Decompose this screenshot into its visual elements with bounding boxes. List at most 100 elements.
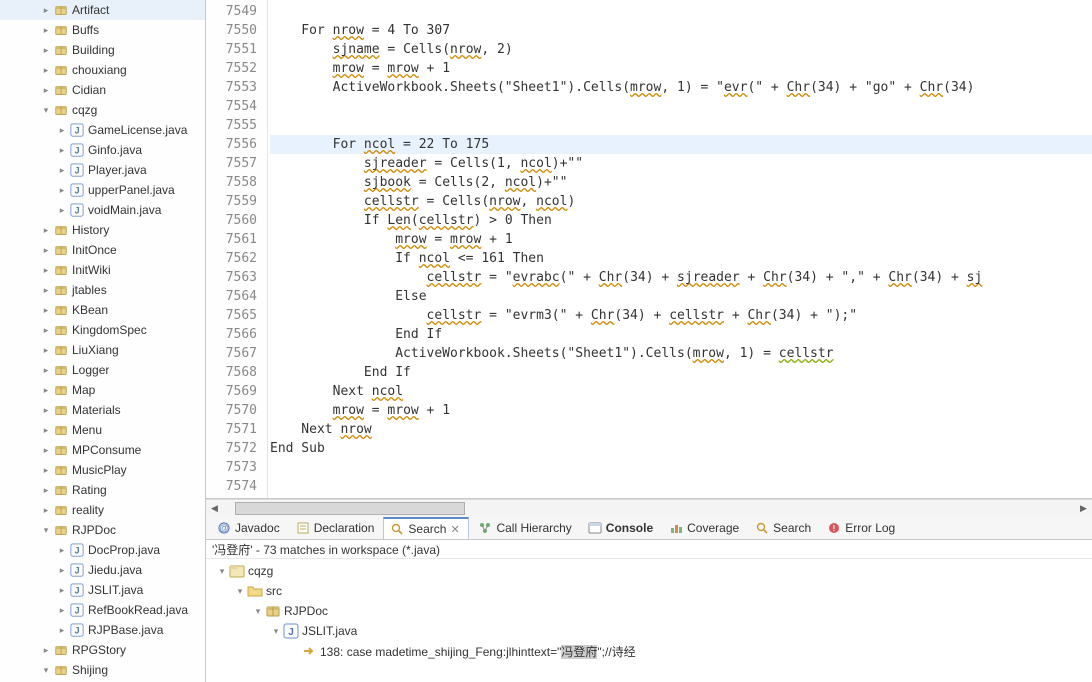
code-line[interactable]: mrow = mrow + 1 xyxy=(270,59,1092,78)
tree-item-gamelicense-java[interactable]: ▸JGameLicense.java xyxy=(0,120,205,140)
code-line[interactable]: mrow = mrow + 1 xyxy=(270,401,1092,420)
expand-twisty-icon[interactable]: ▾ xyxy=(234,585,246,597)
code-line[interactable]: For nrow = 4 To 307 xyxy=(270,21,1092,40)
code-line[interactable] xyxy=(270,477,1092,496)
expand-twisty-icon[interactable]: ▸ xyxy=(40,644,52,656)
code-line[interactable]: delete first row xyxy=(270,496,1092,498)
search-result-row[interactable]: ▾RJPDoc xyxy=(206,601,1092,621)
tab-declaration[interactable]: Declaration xyxy=(289,517,382,539)
scroll-track[interactable] xyxy=(223,501,1075,516)
tree-item-building[interactable]: ▸Building xyxy=(0,40,205,60)
expand-twisty-icon[interactable]: ▾ xyxy=(40,104,52,116)
code-line[interactable]: If Len(cellstr) > 0 Then xyxy=(270,211,1092,230)
expand-twisty-icon[interactable]: ▸ xyxy=(56,164,68,176)
tree-item-mpconsume[interactable]: ▸MPConsume xyxy=(0,440,205,460)
tree-item-cqzg[interactable]: ▾cqzg xyxy=(0,100,205,120)
tree-item-buffs[interactable]: ▸Buffs xyxy=(0,20,205,40)
expand-twisty-icon[interactable]: ▸ xyxy=(56,144,68,156)
tree-item-voidmain-java[interactable]: ▸JvoidMain.java xyxy=(0,200,205,220)
code-line[interactable]: End Sub xyxy=(270,439,1092,458)
expand-twisty-icon[interactable]: ▸ xyxy=(40,224,52,236)
tab-coverage[interactable]: Coverage xyxy=(662,517,746,539)
expand-twisty-icon[interactable]: ▸ xyxy=(40,504,52,516)
expand-twisty-icon[interactable]: ▸ xyxy=(40,64,52,76)
tree-item-reality[interactable]: ▸reality xyxy=(0,500,205,520)
expand-twisty-icon[interactable]: ▸ xyxy=(56,544,68,556)
tree-item-initwiki[interactable]: ▸InitWiki xyxy=(0,260,205,280)
tab-error-log[interactable]: !Error Log xyxy=(820,517,902,539)
code-line[interactable]: ActiveWorkbook.Sheets("Sheet1").Cells(mr… xyxy=(270,78,1092,97)
tree-item-refbookread-java[interactable]: ▸JRefBookRead.java xyxy=(0,600,205,620)
expand-twisty-icon[interactable]: ▸ xyxy=(56,184,68,196)
expand-twisty-icon[interactable]: ▸ xyxy=(40,424,52,436)
search-result-row[interactable]: ▾src xyxy=(206,581,1092,601)
scroll-left-button[interactable]: ◀ xyxy=(206,501,223,516)
code-line[interactable]: End If xyxy=(270,363,1092,382)
tree-item-initonce[interactable]: ▸InitOnce xyxy=(0,240,205,260)
tree-item-player-java[interactable]: ▸JPlayer.java xyxy=(0,160,205,180)
expand-twisty-icon[interactable]: ▸ xyxy=(40,4,52,16)
expand-twisty-icon[interactable]: ▸ xyxy=(56,564,68,576)
tab-console[interactable]: Console xyxy=(581,517,660,539)
close-icon[interactable]: ✕ xyxy=(450,523,462,535)
search-result-row[interactable]: ▾cqzg xyxy=(206,561,1092,581)
expand-twisty-icon[interactable]: ▸ xyxy=(56,604,68,616)
code-line[interactable]: Next nrow xyxy=(270,420,1092,439)
tree-item-kbean[interactable]: ▸KBean xyxy=(0,300,205,320)
expand-twisty-icon[interactable]: ▸ xyxy=(40,364,52,376)
expand-twisty-icon[interactable]: ▾ xyxy=(252,605,264,617)
expand-twisty-icon[interactable]: ▸ xyxy=(40,304,52,316)
code-line[interactable]: Next ncol xyxy=(270,382,1092,401)
expand-twisty-icon[interactable]: ▸ xyxy=(40,464,52,476)
tree-item-materials[interactable]: ▸Materials xyxy=(0,400,205,420)
code-text[interactable]: For nrow = 4 To 307 sjname = Cells(nrow,… xyxy=(268,0,1092,498)
tab-call-hierarchy[interactable]: Call Hierarchy xyxy=(471,517,578,539)
expand-twisty-icon[interactable]: ▸ xyxy=(40,344,52,356)
tree-item-kingdomspec[interactable]: ▸KingdomSpec xyxy=(0,320,205,340)
package-explorer[interactable]: ▸Artifact▸Buffs▸Building▸chouxiang▸Cidia… xyxy=(0,0,206,682)
code-line[interactable]: sjreader = Cells(1, ncol)+"" xyxy=(270,154,1092,173)
expand-twisty-icon[interactable]: ▾ xyxy=(40,524,52,536)
expand-twisty-icon[interactable]: ▾ xyxy=(40,664,52,676)
expand-twisty-icon[interactable]: ▸ xyxy=(56,124,68,136)
tree-item-musicplay[interactable]: ▸MusicPlay xyxy=(0,460,205,480)
tree-item-rating[interactable]: ▸Rating xyxy=(0,480,205,500)
tree-item-jiedu-java[interactable]: ▸JJiedu.java xyxy=(0,560,205,580)
code-line[interactable] xyxy=(270,97,1092,116)
expand-twisty-icon[interactable]: ▸ xyxy=(40,44,52,56)
tree-item-docprop-java[interactable]: ▸JDocProp.java xyxy=(0,540,205,560)
tree-item-ginfo-java[interactable]: ▸JGinfo.java xyxy=(0,140,205,160)
tree-item-rjpdoc[interactable]: ▾RJPDoc xyxy=(0,520,205,540)
expand-twisty-icon[interactable]: ▸ xyxy=(40,244,52,256)
tree-item-rjpbase-java[interactable]: ▸JRJPBase.java xyxy=(0,620,205,640)
expand-twisty-icon[interactable]: ▸ xyxy=(40,324,52,336)
expand-twisty-icon[interactable]: ▸ xyxy=(40,444,52,456)
expand-twisty-icon[interactable]: ▾ xyxy=(270,625,282,637)
code-line[interactable]: cellstr = "evrm3(" + Chr(34) + cellstr +… xyxy=(270,306,1092,325)
search-results-tree[interactable]: ▾cqzg▾src▾RJPDoc▾JJSLIT.java138: case ma… xyxy=(206,559,1092,682)
code-line[interactable]: For ncol = 22 To 175 xyxy=(270,135,1092,154)
tree-item-liuxiang[interactable]: ▸LiuXiang xyxy=(0,340,205,360)
expand-twisty-icon[interactable]: ▸ xyxy=(56,584,68,596)
tab-search[interactable]: Search xyxy=(748,517,818,539)
expand-twisty-icon[interactable]: ▸ xyxy=(56,624,68,636)
code-line[interactable]: If ncol <= 161 Then xyxy=(270,249,1092,268)
code-line[interactable]: sjbook = Cells(2, ncol)+"" xyxy=(270,173,1092,192)
expand-twisty-icon[interactable]: ▾ xyxy=(216,565,228,577)
code-line[interactable] xyxy=(270,458,1092,477)
search-result-row[interactable]: ▾JJSLIT.java xyxy=(206,621,1092,641)
tree-item-jtables[interactable]: ▸jtables xyxy=(0,280,205,300)
scroll-thumb[interactable] xyxy=(235,502,465,515)
expand-twisty-icon[interactable]: ▸ xyxy=(56,204,68,216)
tree-item-upperpanel-java[interactable]: ▸JupperPanel.java xyxy=(0,180,205,200)
tab-search[interactable]: Search✕ xyxy=(383,517,469,539)
expand-twisty-icon[interactable]: ▸ xyxy=(40,484,52,496)
tree-item-rpgstory[interactable]: ▸RPGStory xyxy=(0,640,205,660)
code-line[interactable]: End If xyxy=(270,325,1092,344)
tab-javadoc[interactable]: @Javadoc xyxy=(210,517,287,539)
code-line[interactable]: cellstr = "evrabc(" + Chr(34) + sjreader… xyxy=(270,268,1092,287)
tree-item-map[interactable]: ▸Map xyxy=(0,380,205,400)
code-line[interactable]: mrow = mrow + 1 xyxy=(270,230,1092,249)
tree-item-history[interactable]: ▸History xyxy=(0,220,205,240)
code-editor[interactable]: 7549755075517552755375547555755675577558… xyxy=(206,0,1092,499)
